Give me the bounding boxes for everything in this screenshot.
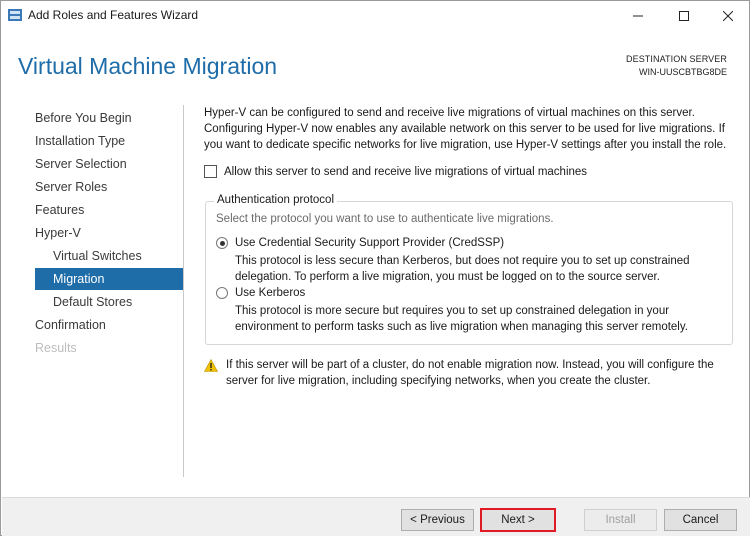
wizard-window: Add Roles and Features Wizard Virtual Ma… bbox=[0, 0, 750, 536]
intro-text: Hyper-V can be configured to send and re… bbox=[204, 107, 727, 151]
credssp-radio[interactable] bbox=[216, 237, 228, 249]
credssp-label[interactable]: Use Credential Security Support Provider… bbox=[235, 237, 504, 249]
authentication-protocol-description: Select the protocol you want to use to a… bbox=[216, 213, 554, 225]
nav-item-default-stores[interactable]: Default Stores bbox=[35, 291, 132, 313]
nav-item-server-roles[interactable]: Server Roles bbox=[35, 176, 107, 198]
title-bar: Add Roles and Features Wizard bbox=[1, 1, 749, 31]
destination-server-name: WIN-UUSCBTBG8DE bbox=[638, 67, 727, 77]
nav-item-confirmation[interactable]: Confirmation bbox=[35, 314, 106, 336]
destination-server-label: DESTINATION SERVER bbox=[626, 54, 727, 64]
nav-item-server-selection[interactable]: Server Selection bbox=[35, 153, 127, 175]
nav-item-before-you-begin[interactable]: Before You Begin bbox=[35, 107, 132, 129]
kerberos-description: This protocol is more secure but require… bbox=[235, 305, 688, 333]
authentication-protocol-title: Authentication protocol bbox=[214, 194, 337, 206]
minimize-button[interactable] bbox=[615, 1, 661, 31]
nav-item-hyper-v[interactable]: Hyper-V bbox=[35, 222, 81, 244]
credssp-option[interactable]: Use Credential Security Support Provider… bbox=[216, 237, 504, 249]
server-manager-icon bbox=[8, 9, 22, 21]
allow-migration-label[interactable]: Allow this server to send and receive li… bbox=[224, 166, 587, 178]
allow-migration-option[interactable]: Allow this server to send and receive li… bbox=[204, 165, 587, 178]
minimize-icon bbox=[633, 15, 643, 17]
maximize-button[interactable] bbox=[661, 1, 707, 31]
nav-divider bbox=[183, 105, 184, 477]
maximize-icon bbox=[679, 11, 689, 21]
window-title: Add Roles and Features Wizard bbox=[28, 8, 199, 22]
credssp-description: This protocol is less secure than Kerber… bbox=[235, 255, 690, 283]
wizard-footer: < Previous Next > Install Cancel bbox=[2, 497, 750, 536]
kerberos-radio[interactable] bbox=[216, 287, 228, 299]
kerberos-option[interactable]: Use Kerberos bbox=[216, 287, 305, 299]
nav-item-migration[interactable]: Migration bbox=[35, 268, 183, 290]
close-button[interactable] bbox=[705, 1, 750, 31]
kerberos-label[interactable]: Use Kerberos bbox=[235, 287, 305, 299]
nav-item-installation-type[interactable]: Installation Type bbox=[35, 130, 125, 152]
allow-migration-checkbox[interactable] bbox=[204, 165, 217, 178]
nav-item-features[interactable]: Features bbox=[35, 199, 84, 221]
close-icon bbox=[723, 11, 733, 21]
nav-item-results: Results bbox=[35, 341, 77, 355]
cluster-warning-text: If this server will be part of a cluster… bbox=[226, 359, 714, 387]
previous-button[interactable]: < Previous bbox=[401, 509, 474, 531]
install-button: Install bbox=[584, 509, 657, 531]
next-button[interactable]: Next > bbox=[480, 508, 556, 532]
nav-item-virtual-switches[interactable]: Virtual Switches bbox=[35, 245, 142, 267]
authentication-protocol-group: Authentication protocol Select the proto… bbox=[205, 194, 733, 345]
cancel-button[interactable]: Cancel bbox=[664, 509, 737, 531]
page-title: Virtual Machine Migration bbox=[18, 53, 278, 79]
warning-icon bbox=[204, 359, 218, 372]
